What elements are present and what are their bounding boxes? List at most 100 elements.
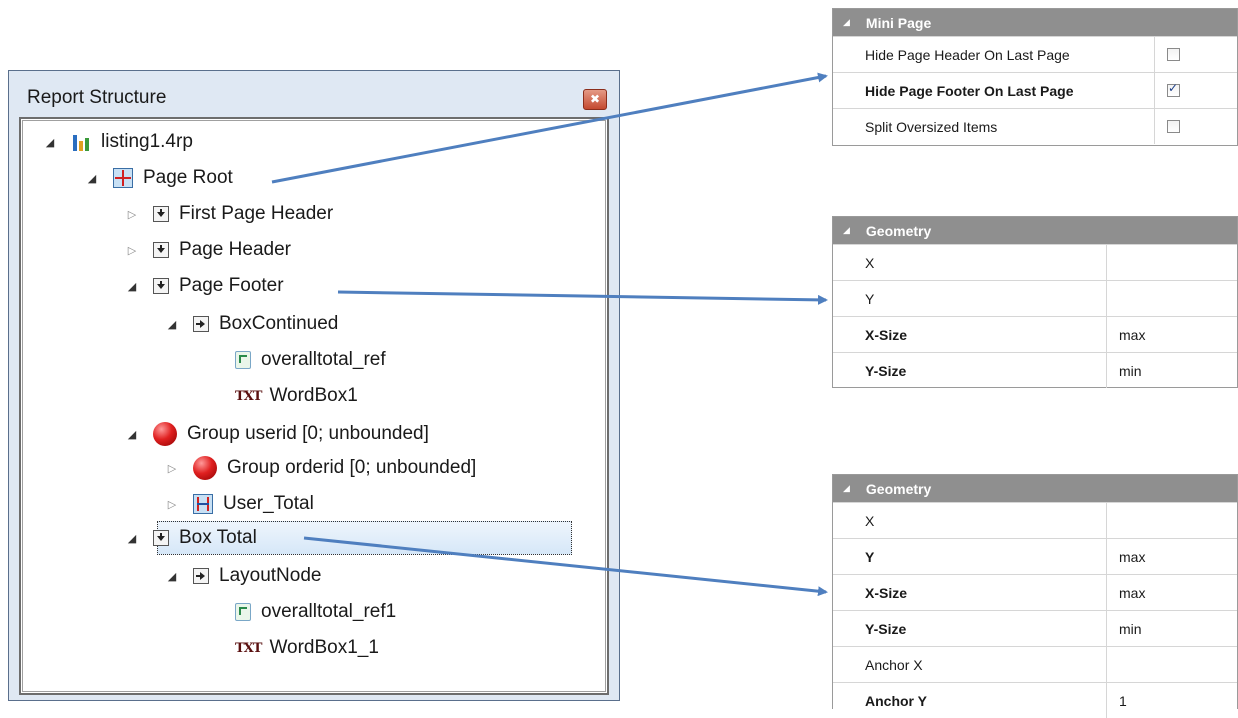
property-row[interactable]: Y max	[833, 538, 1237, 574]
expanded-arrow-icon[interactable]: ◢	[165, 570, 179, 583]
property-value[interactable]	[1107, 503, 1119, 538]
property-key: Anchor Y	[833, 683, 1107, 718]
tree-node-label: WordBox1	[269, 385, 358, 406]
property-key: Anchor X	[833, 647, 1107, 682]
group-icon	[193, 456, 217, 480]
structure-tree: ◢ listing1.4rp ◢ Page Root ▷ First Page …	[19, 117, 609, 695]
property-value[interactable]	[1107, 245, 1119, 280]
collapsed-arrow-icon[interactable]: ▷	[165, 498, 179, 511]
property-row[interactable]: Y	[833, 280, 1237, 316]
property-value[interactable]	[1155, 73, 1180, 108]
property-row[interactable]: Hide Page Header On Last Page	[833, 36, 1237, 72]
panel-header[interactable]: ◢ Geometry	[833, 217, 1237, 244]
tree-node-label: BoxContinued	[219, 313, 339, 334]
band-icon	[153, 530, 169, 546]
panel-header-label: Mini Page	[865, 14, 932, 31]
property-value[interactable]	[1155, 109, 1180, 144]
page-root-icon	[113, 168, 133, 188]
property-key: Y-Size	[833, 353, 1107, 388]
tree-node-wordbox1-1[interactable]: TXT WordBox1_1	[221, 633, 379, 663]
collapse-triangle-icon[interactable]: ◢	[843, 484, 850, 494]
tree-node-label: overalltotal_ref	[261, 349, 386, 370]
collapsed-arrow-icon[interactable]: ▷	[125, 244, 139, 257]
tree-node-label: Page Root	[143, 167, 233, 188]
property-value[interactable]: max	[1107, 575, 1145, 610]
property-value[interactable]: 1	[1107, 683, 1127, 718]
geometry-panel-footer: ◢ Geometry X Y X-Size max Y-Size min	[832, 216, 1238, 388]
tree-node-label: overalltotal_ref1	[261, 601, 397, 622]
tree-node-listing[interactable]: ◢ listing1.4rp	[43, 127, 193, 157]
expanded-arrow-icon[interactable]: ◢	[165, 318, 179, 331]
tree-node-group-orderid[interactable]: ▷ Group orderid [0; unbounded]	[165, 453, 476, 483]
property-row[interactable]: X	[833, 244, 1237, 280]
expanded-arrow-icon[interactable]: ◢	[125, 428, 139, 441]
tree-node-label: listing1.4rp	[101, 131, 193, 152]
text-icon: TXT	[235, 388, 262, 404]
property-row[interactable]: Anchor X	[833, 646, 1237, 682]
tree-node-label: WordBox1_1	[269, 637, 379, 658]
tree-node-label: Page Header	[179, 239, 291, 260]
panel-header[interactable]: ◢ Mini Page	[833, 9, 1237, 36]
band-icon	[153, 278, 169, 294]
expanded-arrow-icon[interactable]: ◢	[85, 172, 99, 185]
property-key: Y	[833, 539, 1107, 574]
report-structure-window: Report Structure ✖ ◢ listing1.4rp ◢ Page…	[8, 70, 620, 701]
property-key: Y	[833, 281, 1107, 316]
tree-node-label: Page Footer	[179, 275, 284, 296]
tree-node-overalltotal-ref[interactable]: overalltotal_ref	[221, 345, 386, 375]
property-value[interactable]	[1107, 647, 1119, 682]
property-row[interactable]: Anchor Y 1	[833, 682, 1237, 718]
property-value[interactable]: max	[1107, 539, 1145, 574]
property-value[interactable]: min	[1107, 353, 1142, 388]
tree-node-first-page-header[interactable]: ▷ First Page Header	[125, 199, 333, 229]
collapsed-arrow-icon[interactable]: ▷	[125, 208, 139, 221]
tree-node-page-header[interactable]: ▷ Page Header	[125, 235, 291, 265]
collapse-triangle-icon[interactable]: ◢	[843, 18, 850, 28]
tree-node-boxcontinued[interactable]: ◢ BoxContinued	[165, 309, 339, 339]
property-value[interactable]	[1155, 37, 1180, 72]
expanded-arrow-icon[interactable]: ◢	[125, 532, 139, 545]
property-key: Y-Size	[833, 611, 1107, 646]
property-row[interactable]: Y-Size min	[833, 610, 1237, 646]
expanded-arrow-icon[interactable]: ◢	[43, 136, 57, 149]
property-row[interactable]: Y-Size min	[833, 352, 1237, 388]
group-icon	[153, 422, 177, 446]
tree-node-user-total[interactable]: ▷ User_Total	[165, 489, 314, 519]
expanded-arrow-icon[interactable]: ◢	[125, 280, 139, 293]
text-icon: TXT	[235, 640, 262, 656]
collapsed-arrow-icon[interactable]: ▷	[165, 462, 179, 475]
tree-node-box-total[interactable]: ◢ Box Total	[125, 523, 257, 553]
panel-header[interactable]: ◢ Geometry	[833, 475, 1237, 502]
tree-node-wordbox1[interactable]: TXT WordBox1	[221, 381, 358, 411]
property-row[interactable]: Hide Page Footer On Last Page	[833, 72, 1237, 108]
mini-page-panel: ◢ Mini Page Hide Page Header On Last Pag…	[832, 8, 1238, 146]
checkbox-checked[interactable]	[1167, 81, 1180, 97]
property-row[interactable]: X-Size max	[833, 316, 1237, 352]
panel-header-label: Geometry	[865, 480, 932, 497]
collapse-triangle-icon[interactable]: ◢	[843, 226, 850, 236]
tree-node-overalltotal-ref1[interactable]: overalltotal_ref1	[221, 597, 396, 627]
tree-node-layoutnode[interactable]: ◢ LayoutNode	[165, 561, 322, 591]
reference-icon	[235, 351, 251, 369]
property-value[interactable]: min	[1107, 611, 1142, 646]
total-icon	[193, 494, 213, 514]
property-row[interactable]: X	[833, 502, 1237, 538]
property-key: Split Oversized Items	[833, 109, 1155, 144]
tree-node-page-root[interactable]: ◢ Page Root	[85, 163, 233, 193]
property-key: X-Size	[833, 575, 1107, 610]
tree-node-label: Group userid [0; unbounded]	[187, 423, 429, 444]
checkbox[interactable]	[1167, 48, 1180, 61]
property-value[interactable]	[1107, 281, 1119, 316]
window-title: Report Structure	[27, 87, 167, 108]
property-key: X	[833, 245, 1107, 280]
close-icon[interactable]: ✖	[583, 89, 607, 110]
property-key: Hide Page Header On Last Page	[833, 37, 1155, 72]
property-value[interactable]: max	[1107, 317, 1145, 352]
property-row[interactable]: X-Size max	[833, 574, 1237, 610]
panel-header-label: Geometry	[865, 222, 932, 239]
tree-node-page-footer[interactable]: ◢ Page Footer	[125, 271, 284, 301]
tree-node-group-userid[interactable]: ◢ Group userid [0; unbounded]	[125, 419, 429, 449]
checkbox[interactable]	[1167, 120, 1180, 133]
reference-icon	[235, 603, 251, 621]
property-row[interactable]: Split Oversized Items	[833, 108, 1237, 144]
